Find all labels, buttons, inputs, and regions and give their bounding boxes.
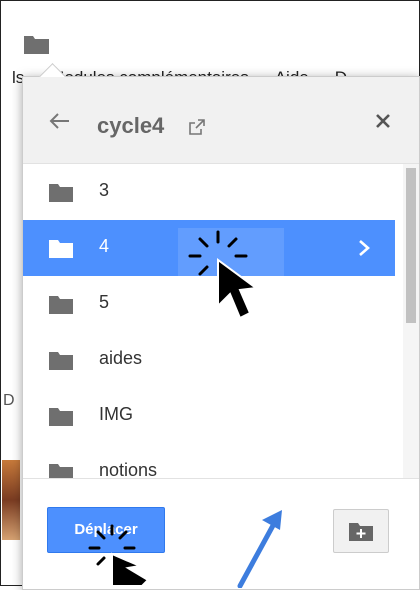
folder-icon <box>24 36 49 54</box>
new-folder-button[interactable] <box>333 509 389 553</box>
folder-label: 5 <box>99 292 110 312</box>
folder-list-scrollbar[interactable] <box>403 164 419 478</box>
folder-label: notions <box>99 460 158 478</box>
folder-item-notions[interactable]: notions <box>23 444 395 478</box>
folder-icon <box>49 184 73 202</box>
folder-label: 4 <box>99 236 110 256</box>
background-thumbnail <box>2 460 20 540</box>
folder-icon <box>49 296 73 314</box>
folder-icon <box>49 352 73 370</box>
external-link-icon[interactable] <box>189 119 205 135</box>
chevron-right-icon[interactable] <box>357 238 371 258</box>
arrow-left-icon[interactable] <box>47 111 71 131</box>
new-folder-icon <box>349 523 373 541</box>
folder-icon <box>49 464 73 478</box>
background-letter: D <box>3 392 15 409</box>
dialog-header: cycle4 <box>23 77 419 164</box>
folder-label: aides <box>99 348 143 368</box>
folder-label: 3 <box>99 180 110 200</box>
folder-icon <box>49 408 73 426</box>
click-cursor-icon <box>88 524 150 586</box>
background-left-strip: D <box>0 380 22 580</box>
close-icon[interactable] <box>373 111 393 131</box>
annotation-arrow-icon <box>237 510 282 588</box>
click-cursor-icon <box>178 228 284 332</box>
folder-item-img[interactable]: IMG <box>23 388 395 444</box>
folder-label: IMG <box>99 404 133 424</box>
dialog-title: cycle4 <box>97 113 165 138</box>
folder-item-3[interactable]: 3 <box>23 164 395 220</box>
folder-icon <box>49 240 73 258</box>
folder-item-aides[interactable]: aides <box>23 332 395 388</box>
scrollbar-thumb[interactable] <box>406 168 416 323</box>
